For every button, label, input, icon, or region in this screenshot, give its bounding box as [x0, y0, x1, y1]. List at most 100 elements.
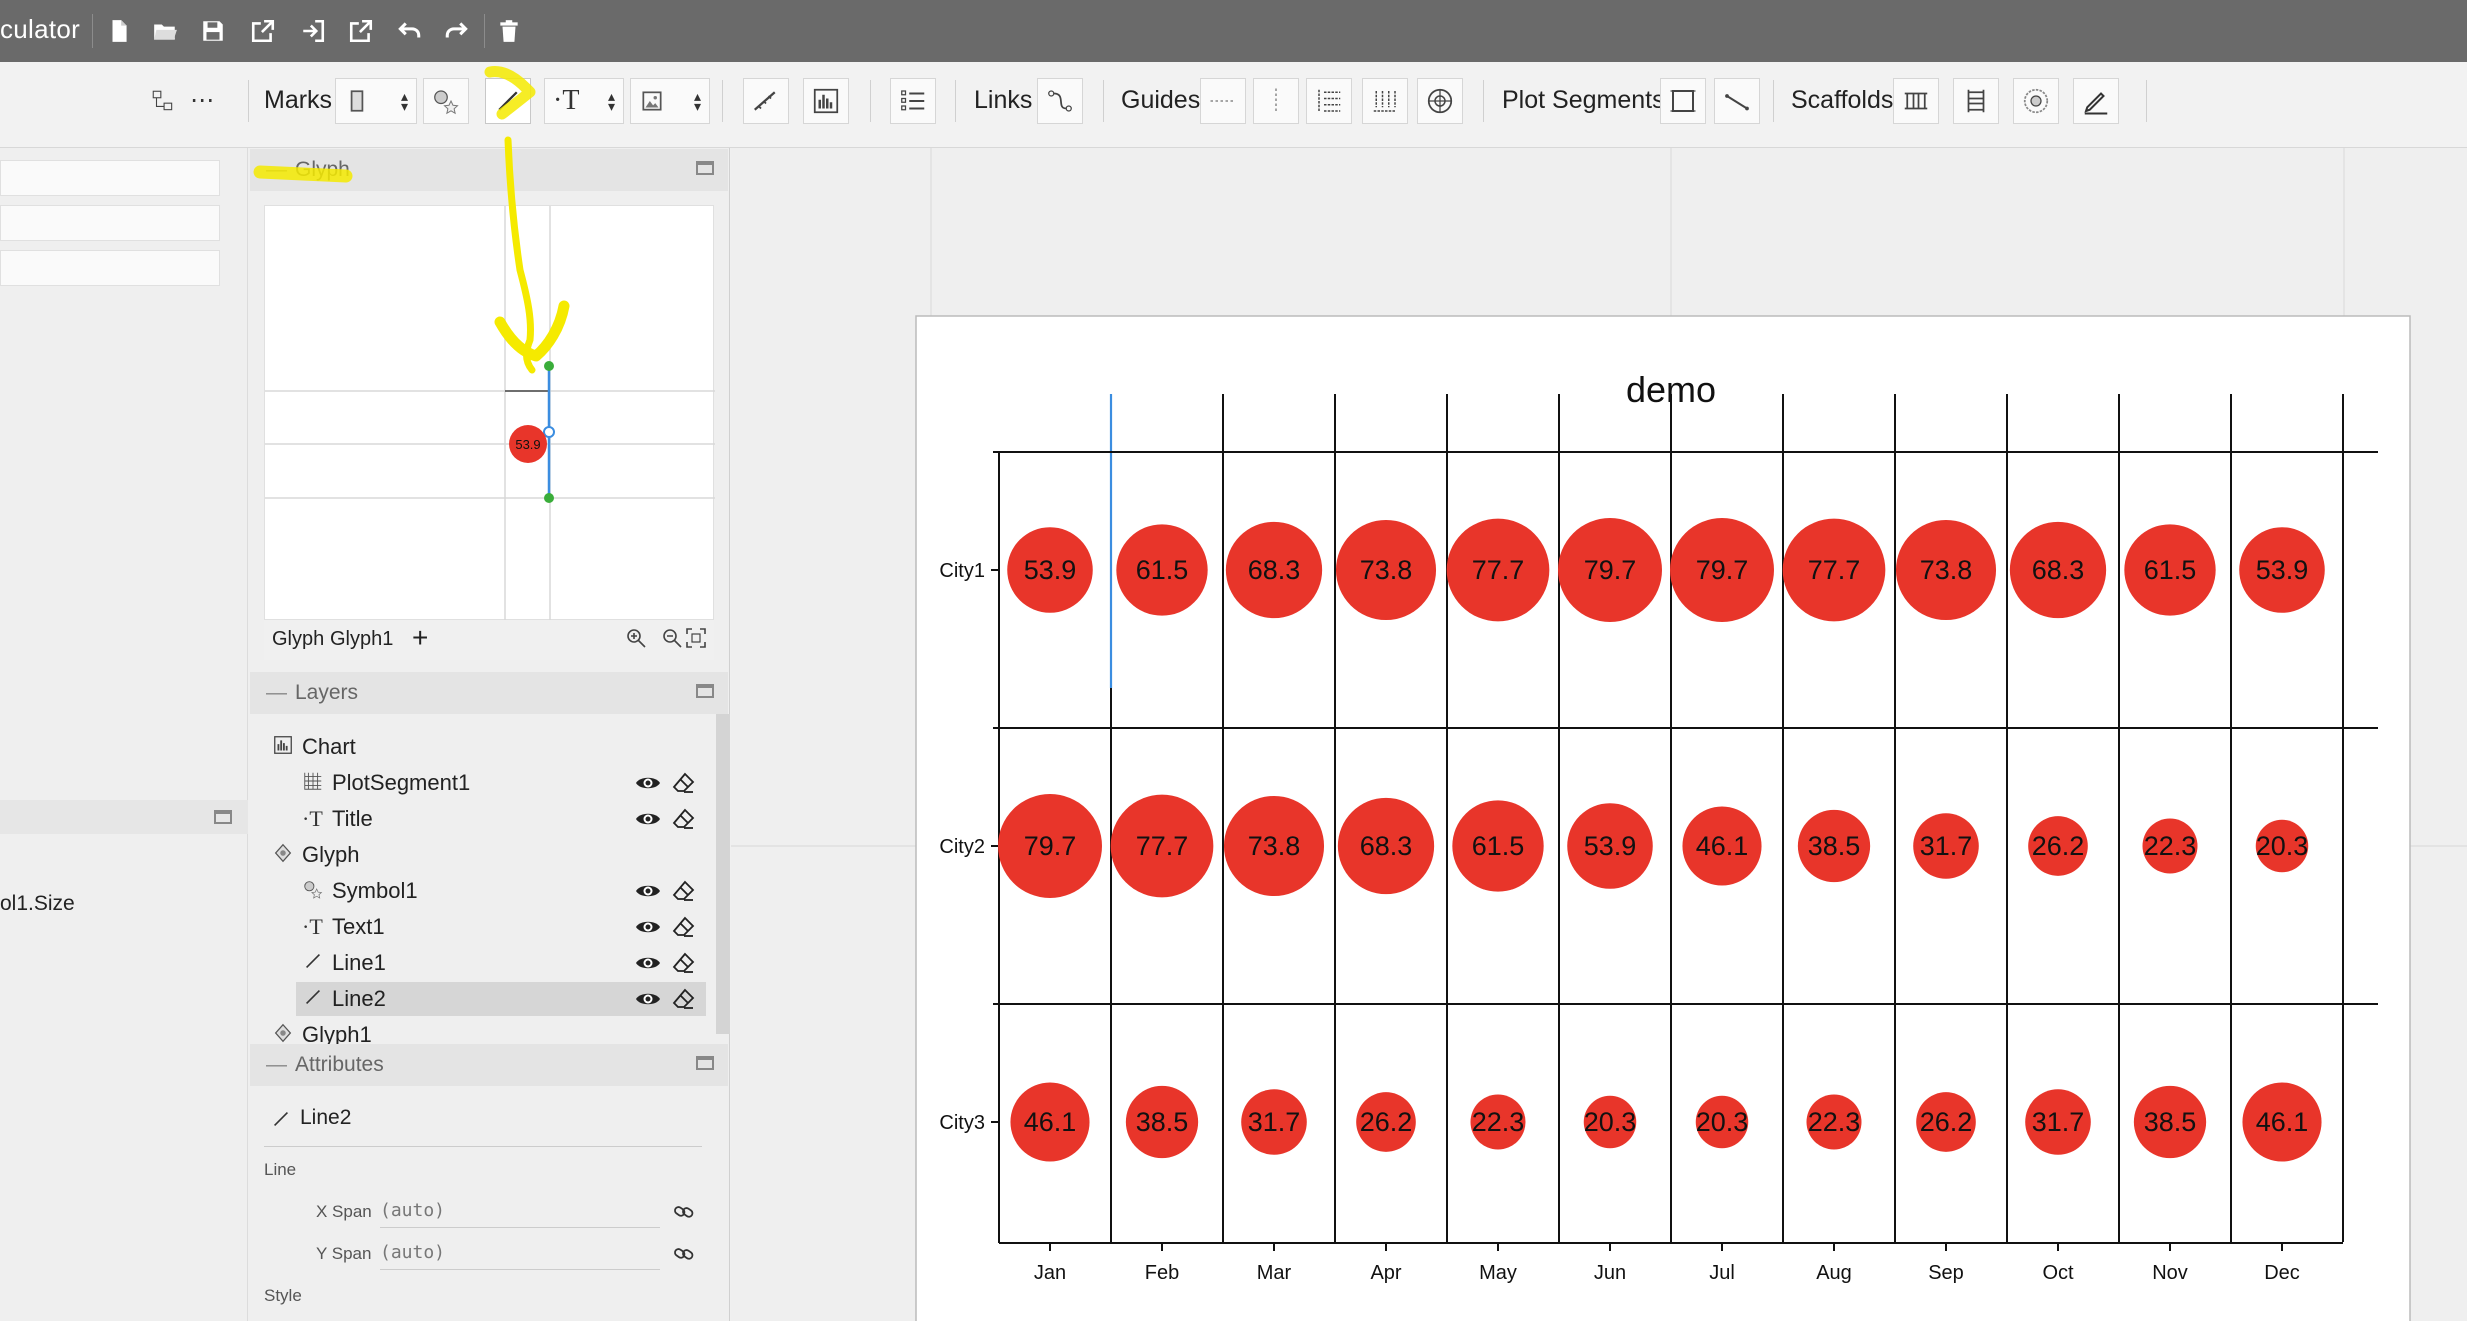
guide-columns-button[interactable] — [1362, 78, 1408, 124]
y-span-label: Y Span — [316, 1244, 372, 1263]
scaffold-horizontal-button[interactable] — [1893, 78, 1939, 124]
collapse-icon[interactable]: — — [266, 681, 287, 705]
export-icon[interactable] — [248, 16, 278, 46]
remove-eraser-icon[interactable] — [672, 879, 696, 903]
image-mark-dropdown[interactable]: ▴ ▾ — [630, 78, 710, 124]
guide-x-button[interactable] — [1200, 78, 1246, 124]
maximize-panel-icon[interactable] — [214, 810, 232, 824]
x-span-input[interactable]: (auto) — [380, 1194, 660, 1228]
maximize-panel-icon[interactable] — [696, 1056, 714, 1070]
link-button[interactable] — [1037, 78, 1083, 124]
visibility-eye-icon[interactable] — [635, 988, 661, 1010]
remove-eraser-icon[interactable] — [672, 951, 696, 975]
save-icon[interactable] — [198, 16, 228, 46]
legend-button[interactable] — [890, 78, 936, 124]
guide-rows-button[interactable] — [1306, 78, 1352, 124]
bubble-label: 20.3 — [1584, 1107, 1637, 1137]
glyph-panel-header[interactable]: — Glyph — [250, 149, 728, 191]
collapse-icon[interactable]: — — [266, 1053, 287, 1077]
layer-item-line2[interactable]: Line2 — [296, 982, 706, 1016]
text-mark-dropdown[interactable]: ·T ▴ ▾ — [544, 78, 624, 124]
line-mark-button[interactable] — [485, 78, 531, 124]
export-template-icon[interactable] — [346, 16, 376, 46]
scaffold-polar-button[interactable] — [2013, 78, 2059, 124]
new-file-icon[interactable] — [104, 16, 134, 46]
undo-icon[interactable] — [394, 16, 424, 46]
rect-mark-dropdown[interactable]: ▴ ▾ — [335, 78, 417, 124]
guide-y-button[interactable] — [1253, 78, 1299, 124]
zoom-in-icon[interactable] — [624, 626, 648, 656]
dataset-panel — [0, 148, 248, 1321]
text-icon: ·T — [553, 85, 580, 116]
layer-item-line1[interactable]: Line1 — [250, 946, 720, 980]
layer-item-chart[interactable]: Chart — [250, 730, 720, 764]
bubble-label: 31.7 — [1920, 831, 1973, 861]
toolbar-separator — [1483, 80, 1484, 122]
import-icon[interactable] — [298, 16, 328, 46]
layer-item-plotsegment1[interactable]: PlotSegment1 — [250, 766, 720, 800]
open-folder-icon[interactable] — [150, 16, 180, 46]
dataset-column-row[interactable] — [0, 250, 220, 286]
maximize-panel-icon[interactable] — [696, 161, 714, 175]
layer-item-title[interactable]: ·T Title — [250, 802, 720, 836]
hierarchy-icon[interactable] — [150, 88, 180, 114]
zoom-out-icon[interactable] — [660, 626, 684, 656]
layer-item-glyph[interactable]: Glyph — [250, 838, 720, 872]
y-span-input[interactable]: (auto) — [380, 1236, 660, 1270]
visibility-eye-icon[interactable] — [635, 880, 661, 902]
bubble-label: 31.7 — [2032, 1107, 2085, 1137]
layers-scrollbar[interactable] — [716, 714, 730, 1034]
layer-label: Glyph — [302, 842, 360, 867]
updown-arrow-icon: ▴ ▾ — [693, 88, 701, 114]
remove-eraser-icon[interactable] — [672, 987, 696, 1011]
region-2d-button[interactable] — [1660, 78, 1706, 124]
tab-glyph1[interactable]: Glyph1 — [330, 628, 393, 651]
attributes-panel-header[interactable]: — Attributes — [250, 1044, 728, 1086]
remove-eraser-icon[interactable] — [672, 915, 696, 939]
guide-polar-button[interactable] — [1417, 78, 1463, 124]
dataset-column-row[interactable] — [0, 160, 220, 196]
bubble-label: 79.7 — [1696, 555, 1749, 585]
layer-item-text1[interactable]: ·T Text1 — [250, 910, 720, 944]
scaffold-curve-button[interactable] — [2073, 78, 2119, 124]
visibility-eye-icon[interactable] — [635, 772, 661, 794]
redo-icon[interactable] — [442, 16, 472, 46]
add-glyph-icon[interactable]: + — [412, 622, 428, 654]
layer-label: PlotSegment1 — [332, 770, 471, 795]
title-bar: culator — [0, 0, 2467, 62]
visibility-eye-icon[interactable] — [635, 952, 661, 974]
line-segment-button[interactable] — [1714, 78, 1760, 124]
data-axis-button[interactable] — [743, 78, 789, 124]
link-binding-icon[interactable] — [672, 1242, 696, 1271]
nested-chart-button[interactable] — [803, 78, 849, 124]
glyph-editor-canvas[interactable]: 53.9 — [264, 205, 715, 621]
bubble-label: 22.3 — [1808, 1107, 1861, 1137]
chart-canvas-area[interactable]: demo City1 City2 City3 Jan Feb Mar Apr May Jun Ju… — [731, 148, 2467, 1321]
x-tick-label: Dec — [2264, 1262, 2300, 1284]
legend-icon — [901, 90, 925, 111]
scaffold-vertical-button[interactable] — [1953, 78, 1999, 124]
layer-label: Line2 — [332, 986, 386, 1011]
x-tick-label: Feb — [1145, 1262, 1179, 1284]
remove-eraser-icon[interactable] — [672, 807, 696, 831]
x-tick-label: Aug — [1816, 1262, 1852, 1284]
maximize-panel-icon[interactable] — [696, 684, 714, 698]
link-binding-icon[interactable] — [672, 1200, 696, 1229]
dataset-column-row[interactable] — [0, 205, 220, 241]
more-options-icon[interactable]: ⋯ — [190, 86, 214, 115]
bubble-label: 79.7 — [1584, 555, 1637, 585]
delete-icon[interactable] — [494, 16, 524, 46]
layers-panel-header[interactable]: — Layers — [250, 672, 728, 714]
layer-item-symbol1[interactable]: Symbol1 — [250, 874, 720, 908]
symbol-mark-button[interactable] — [423, 78, 469, 124]
tab-glyph[interactable]: Glyph — [272, 628, 324, 651]
fit-view-icon[interactable] — [684, 626, 708, 656]
bubble-label: 22.3 — [2144, 831, 2197, 861]
visibility-eye-icon[interactable] — [635, 916, 661, 938]
guide-columns-icon — [1373, 91, 1397, 112]
remove-eraser-icon[interactable] — [672, 771, 696, 795]
layer-label: Chart — [302, 734, 356, 759]
visibility-eye-icon[interactable] — [635, 808, 661, 830]
collapse-icon[interactable]: — — [266, 158, 287, 182]
marks-label: Marks — [264, 86, 333, 114]
